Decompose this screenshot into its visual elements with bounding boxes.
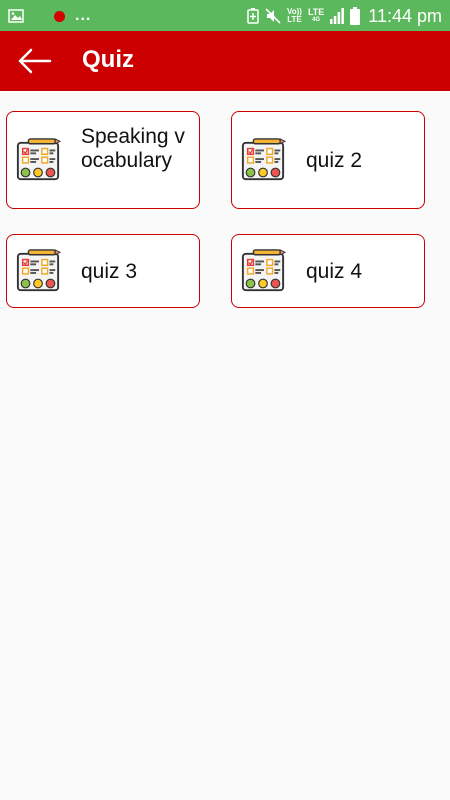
lte-top-text: LTE <box>307 7 325 17</box>
battery-icon <box>350 7 361 25</box>
mute-icon <box>265 8 281 24</box>
back-button[interactable] <box>14 43 54 79</box>
quiz-card-speaking-vocabulary[interactable]: Speaking vocabulary <box>6 111 200 209</box>
arrow-left-icon <box>18 48 52 74</box>
quiz-checklist-icon <box>241 249 286 292</box>
quiz-card-quiz-3[interactable]: quiz 3 <box>6 234 200 308</box>
page-title: Quiz <box>82 46 134 73</box>
quiz-card-quiz-4[interactable]: quiz 4 <box>231 234 425 308</box>
lte-bottom-text: 4G <box>312 17 321 23</box>
quiz-checklist-icon <box>16 249 61 292</box>
status-left: ... <box>8 6 91 26</box>
more-notifications-icon: ... <box>75 7 92 24</box>
app-bar: Quiz <box>0 31 450 91</box>
quiz-checklist-icon <box>241 138 286 181</box>
lte-icon: LTE 4G <box>308 8 324 24</box>
status-bar: ... Vo)) LTE LTE 4G 11:44 pm <box>0 0 450 31</box>
quiz-card-label: Speaking vocabulary <box>81 125 185 172</box>
gallery-icon <box>8 9 24 23</box>
signal-icon <box>330 8 345 24</box>
battery-saver-icon <box>247 8 259 24</box>
quiz-card-label: quiz 2 <box>306 149 363 172</box>
quiz-card-label: quiz 3 <box>81 260 138 283</box>
recording-dot-icon <box>54 10 65 22</box>
volte-bottom-text: LTE <box>287 15 302 24</box>
quiz-card-label: quiz 4 <box>306 260 363 283</box>
volte-icon: Vo)) LTE <box>287 8 302 24</box>
quiz-checklist-icon <box>16 138 61 181</box>
status-right: Vo)) LTE LTE 4G 11:44 pm <box>247 4 442 28</box>
clock-time: 11:44 pm <box>368 5 442 26</box>
quiz-card-quiz-2[interactable]: quiz 2 <box>231 111 425 209</box>
